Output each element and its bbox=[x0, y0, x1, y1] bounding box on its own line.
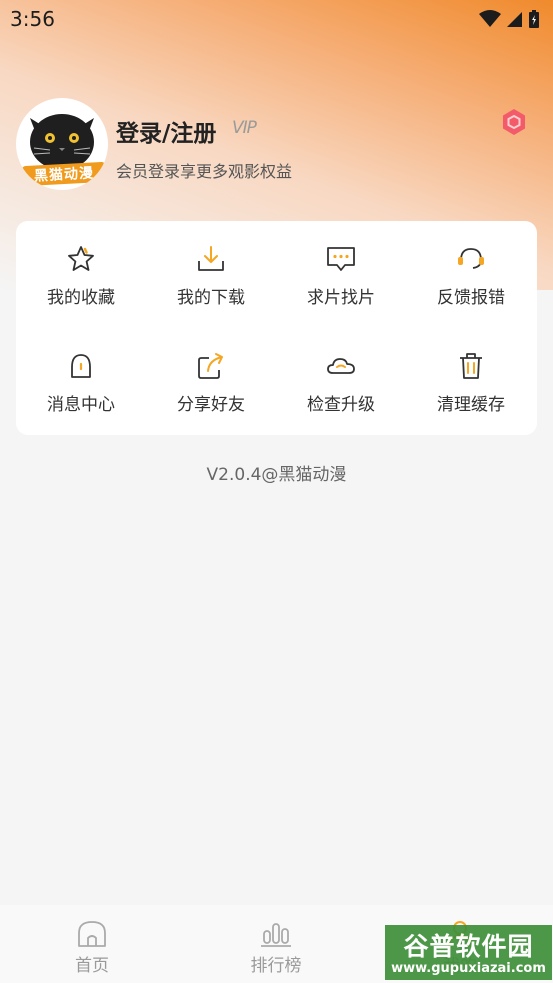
menu-item-favorites[interactable]: 我的收藏 bbox=[16, 221, 146, 321]
menu-item-messages[interactable]: 消息中心 bbox=[16, 328, 146, 428]
status-bar: 3:56 bbox=[0, 0, 553, 38]
menu-label-feedback: 反馈报错 bbox=[437, 288, 505, 308]
trash-icon bbox=[460, 353, 482, 379]
login-register-link[interactable]: 登录/注册 bbox=[116, 114, 216, 148]
home-icon bbox=[78, 921, 106, 947]
menu-label-update: 检查升级 bbox=[307, 395, 375, 415]
menu-item-downloads[interactable]: 我的下载 bbox=[146, 221, 276, 321]
headset-icon bbox=[458, 248, 484, 269]
ranking-icon bbox=[261, 923, 291, 947]
menu-label-messages: 消息中心 bbox=[47, 395, 115, 415]
menu-item-feedback[interactable]: 反馈报错 bbox=[406, 221, 536, 321]
profile-header[interactable]: 黑猫动漫 登录/注册 VIP 会员登录享更多观影权益 bbox=[16, 98, 537, 193]
avatar[interactable]: 黑猫动漫 bbox=[16, 98, 108, 190]
battery-icon bbox=[529, 10, 539, 28]
hexagon-badge-icon[interactable] bbox=[500, 108, 528, 136]
menu-item-clear-cache[interactable]: 清理缓存 bbox=[406, 328, 536, 428]
watermark-url: www.gupuxiazai.com bbox=[391, 961, 546, 976]
login-subtitle: 会员登录享更多观影权益 bbox=[116, 162, 293, 181]
cloud-icon bbox=[327, 358, 355, 374]
menu-grid: 我的收藏 我的下载 求片找片 反馈报错 消息中心 分享好友 检查升级 清理缓存 bbox=[16, 221, 537, 435]
vip-badge: VIP bbox=[232, 118, 257, 138]
nav-item-home[interactable]: 首页 bbox=[0, 905, 184, 983]
watermark: 谷普软件园 www.gupuxiazai.com bbox=[385, 925, 552, 980]
nav-label-home: 首页 bbox=[75, 956, 109, 976]
menu-item-share[interactable]: 分享好友 bbox=[146, 328, 276, 428]
menu-item-update[interactable]: 检查升级 bbox=[276, 328, 406, 428]
wifi-icon bbox=[479, 10, 501, 27]
signal-icon bbox=[507, 12, 522, 27]
version-text: V2.0.4@黑猫动漫 bbox=[206, 465, 347, 485]
status-icons bbox=[479, 10, 539, 28]
download-icon bbox=[198, 246, 224, 271]
share-icon bbox=[198, 353, 223, 379]
watermark-title: 谷普软件园 bbox=[403, 932, 534, 961]
message-icon bbox=[327, 247, 355, 271]
menu-label-request: 求片找片 bbox=[307, 288, 375, 308]
menu-label-favorites: 我的收藏 bbox=[47, 288, 115, 308]
nav-label-ranking: 排行榜 bbox=[250, 956, 302, 976]
menu-label-share: 分享好友 bbox=[177, 395, 245, 415]
menu-label-clear-cache: 清理缓存 bbox=[437, 395, 505, 415]
bell-icon bbox=[71, 354, 91, 378]
nav-item-ranking[interactable]: 排行榜 bbox=[184, 905, 368, 983]
menu-item-request[interactable]: 求片找片 bbox=[276, 221, 406, 321]
status-time: 3:56 bbox=[10, 7, 55, 31]
menu-label-downloads: 我的下载 bbox=[177, 288, 245, 308]
star-icon bbox=[68, 246, 94, 271]
